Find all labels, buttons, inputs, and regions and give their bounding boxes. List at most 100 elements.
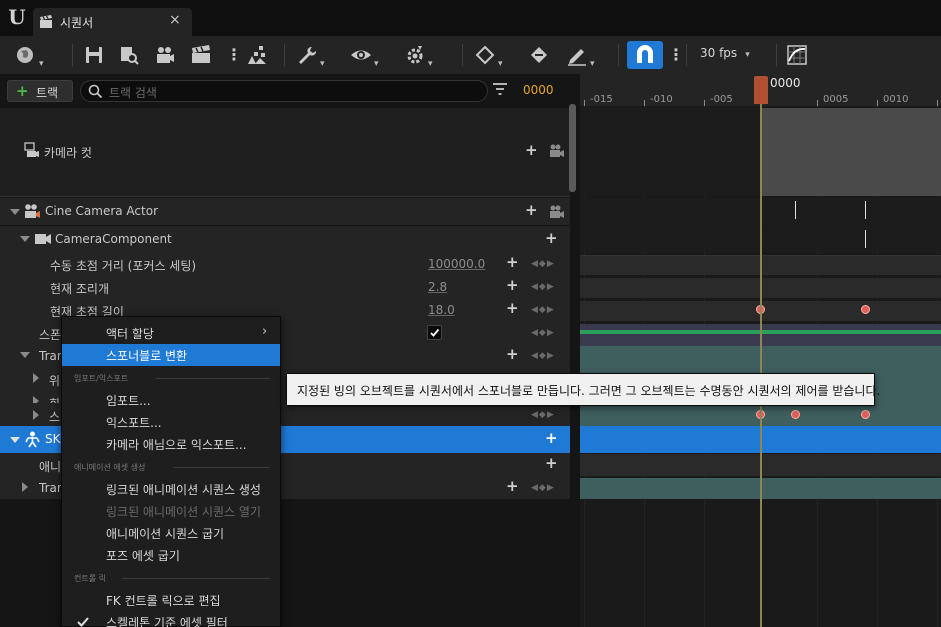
add-key-icon[interactable]: +: [506, 299, 519, 317]
keyframe[interactable]: [861, 410, 870, 419]
tick-label: 0005: [823, 94, 849, 105]
checkmark-icon: [430, 328, 440, 337]
tooltip: 지정된 빙의 오브젝트를 시퀀서에서 스포너블로 만듭니다. 그러면 그 오브젝…: [286, 373, 880, 406]
expand-arrow-icon[interactable]: [20, 352, 30, 358]
timeline-panel[interactable]: -015 -010 -005 0005 0010 0000: [580, 74, 941, 627]
menu-divider: [174, 467, 270, 468]
menu-item-bake-anim[interactable]: 애니메이션 시퀀스 굽기: [62, 522, 280, 544]
camera-cut-row[interactable]: 카메라 컷 +: [0, 108, 570, 196]
menu-item-edit-fk-rig[interactable]: FK 컨트롤 릭으로 편집: [62, 589, 280, 611]
tick-label: -005: [710, 94, 733, 105]
add-track-label: 트랙: [36, 86, 59, 100]
key-flag-icon[interactable]: [528, 44, 550, 66]
menu-item-import[interactable]: 임포트...: [62, 389, 280, 411]
aperture-label: 현재 조리개: [50, 282, 110, 296]
find-asset-icon[interactable]: [118, 44, 140, 66]
key-navigation-icon[interactable]: ◀◆▶: [531, 305, 555, 315]
tab-sequencer[interactable]: 시퀀서 ×: [33, 8, 192, 36]
spawned-checkbox[interactable]: [427, 325, 442, 340]
expand-arrow-icon[interactable]: [10, 437, 20, 443]
menu-section-header: 임포트/익스포트: [74, 374, 129, 383]
key-navigation-icon[interactable]: ◀◆▶: [531, 483, 555, 493]
menu-item-label: 포즈 에셋 굽기: [106, 549, 180, 563]
expand-arrow-icon[interactable]: [33, 410, 39, 420]
snap-options-more-icon[interactable]: ⋮: [668, 44, 684, 66]
frame-rate-dropdown[interactable]: 30 fps ▾: [700, 46, 750, 60]
add-key-icon[interactable]: +: [506, 253, 519, 271]
outliner-scrollbar[interactable]: [569, 104, 576, 192]
menu-item-export[interactable]: 익스포트...: [62, 411, 280, 433]
track-row-camera-component[interactable]: CameraComponent +: [0, 226, 570, 252]
expand-arrow-icon[interactable]: [22, 482, 28, 492]
playhead-handle[interactable]: [754, 76, 768, 104]
menu-item-skeleton-filter[interactable]: 스켈레톤 기준 에셋 필터: [62, 611, 280, 627]
add-key-icon[interactable]: +: [506, 477, 519, 495]
add-icon[interactable]: +: [545, 229, 558, 247]
camera-cut-label: 카메라 컷: [44, 146, 92, 160]
expand-arrow-icon[interactable]: [10, 209, 20, 215]
key-navigation-icon[interactable]: ◀◆▶: [531, 351, 555, 361]
key-icon[interactable]: ▾: [474, 44, 503, 69]
menu-item-create-linked-anim[interactable]: 링크된 애니메이션 시퀀스 생성: [62, 478, 280, 500]
snap-magnet-icon[interactable]: [627, 41, 663, 69]
add-key-icon[interactable]: +: [506, 345, 519, 363]
track-row-aperture[interactable]: 현재 조리개 2.8 + ◀◆▶: [0, 275, 570, 298]
toolbar-separator: [776, 44, 777, 66]
key-summary-mark: [865, 230, 866, 248]
unreal-logo-icon[interactable]: U: [4, 4, 30, 30]
camera-component-label: CameraComponent: [55, 232, 172, 246]
keyframe[interactable]: [791, 410, 800, 419]
expand-arrow-icon[interactable]: [33, 373, 39, 383]
cine-camera-label: Cine Camera Actor: [45, 204, 158, 218]
close-icon[interactable]: ×: [169, 12, 181, 28]
save-icon[interactable]: [84, 44, 104, 66]
camera-add-icon[interactable]: [154, 44, 176, 66]
menu-item-label: 액터 할당: [106, 327, 154, 341]
more-icon[interactable]: ⋮: [226, 44, 242, 66]
context-menu: 액터 할당 › 스포너블로 변환 임포트/익스포트 임포트... 익스포트...…: [61, 316, 281, 627]
world-icon[interactable]: ▾: [15, 44, 44, 69]
add-icon[interactable]: +: [545, 454, 558, 472]
key-navigation-icon[interactable]: ◀◆▶: [531, 410, 555, 420]
frame-rate-value: 30 fps: [700, 46, 738, 60]
key-navigation-icon[interactable]: ◀◆▶: [531, 282, 555, 292]
add-key-icon[interactable]: +: [506, 276, 519, 294]
track-search-input[interactable]: 트랙 검색: [80, 80, 488, 102]
divider: [0, 196, 570, 197]
expand-arrow-icon[interactable]: [20, 236, 30, 242]
focal-length-value[interactable]: 18.0: [428, 303, 455, 317]
gear-icon[interactable]: ▾: [404, 44, 433, 69]
menu-item-label: 링크된 애니메이션 시퀀스 열기: [106, 505, 261, 519]
eye-icon[interactable]: ▾: [350, 44, 379, 69]
menu-item-bake-pose[interactable]: 포즈 에셋 굽기: [62, 544, 280, 566]
wrench-icon[interactable]: ▾: [296, 44, 325, 69]
camera-add-icon[interactable]: [549, 205, 565, 219]
manual-focus-value[interactable]: 100000.0: [428, 257, 485, 271]
skeletal-mesh-icon: [25, 431, 40, 448]
aperture-value[interactable]: 2.8: [428, 280, 447, 294]
add-track-button[interactable]: + 트랙: [7, 80, 73, 102]
search-placeholder: 트랙 검색: [109, 86, 157, 100]
grid-curve-icon[interactable]: [786, 44, 808, 66]
camera-cut-section[interactable]: [761, 108, 941, 196]
add-icon[interactable]: +: [525, 201, 538, 219]
camera-add-icon[interactable]: [549, 144, 565, 158]
track-row-manual-focus[interactable]: 수동 초점 거리 (포커스 세팅) 100000.0 + ◀◆▶: [0, 252, 570, 275]
menu-item-label: 스켈레톤 기준 에셋 필터: [106, 616, 228, 627]
menu-item-export-camera-anim[interactable]: 카메라 애님으로 익스포트...: [62, 433, 280, 455]
track-row-cine-camera[interactable]: Cine Camera Actor +: [0, 198, 570, 225]
key-navigation-icon[interactable]: ◀◆▶: [531, 328, 555, 338]
menu-item-convert-spawnable[interactable]: 스포너블로 변환: [62, 344, 280, 366]
add-icon[interactable]: +: [525, 141, 538, 159]
render-movie-icon[interactable]: [190, 44, 212, 66]
keyframe[interactable]: [861, 305, 870, 314]
filter-icon[interactable]: [492, 81, 508, 97]
menu-item-label: 익스포트...: [106, 416, 162, 430]
menu-item-assign-actor[interactable]: 액터 할당 ›: [62, 322, 280, 344]
add-icon[interactable]: +: [545, 429, 558, 447]
menu-item-label: FK 컨트롤 릭으로 편집: [106, 594, 221, 608]
actors-icon[interactable]: [246, 44, 268, 66]
menu-item-label: 임포트...: [106, 394, 151, 408]
pencil-icon[interactable]: ▾: [566, 44, 595, 69]
key-navigation-icon[interactable]: ◀◆▶: [531, 259, 555, 269]
